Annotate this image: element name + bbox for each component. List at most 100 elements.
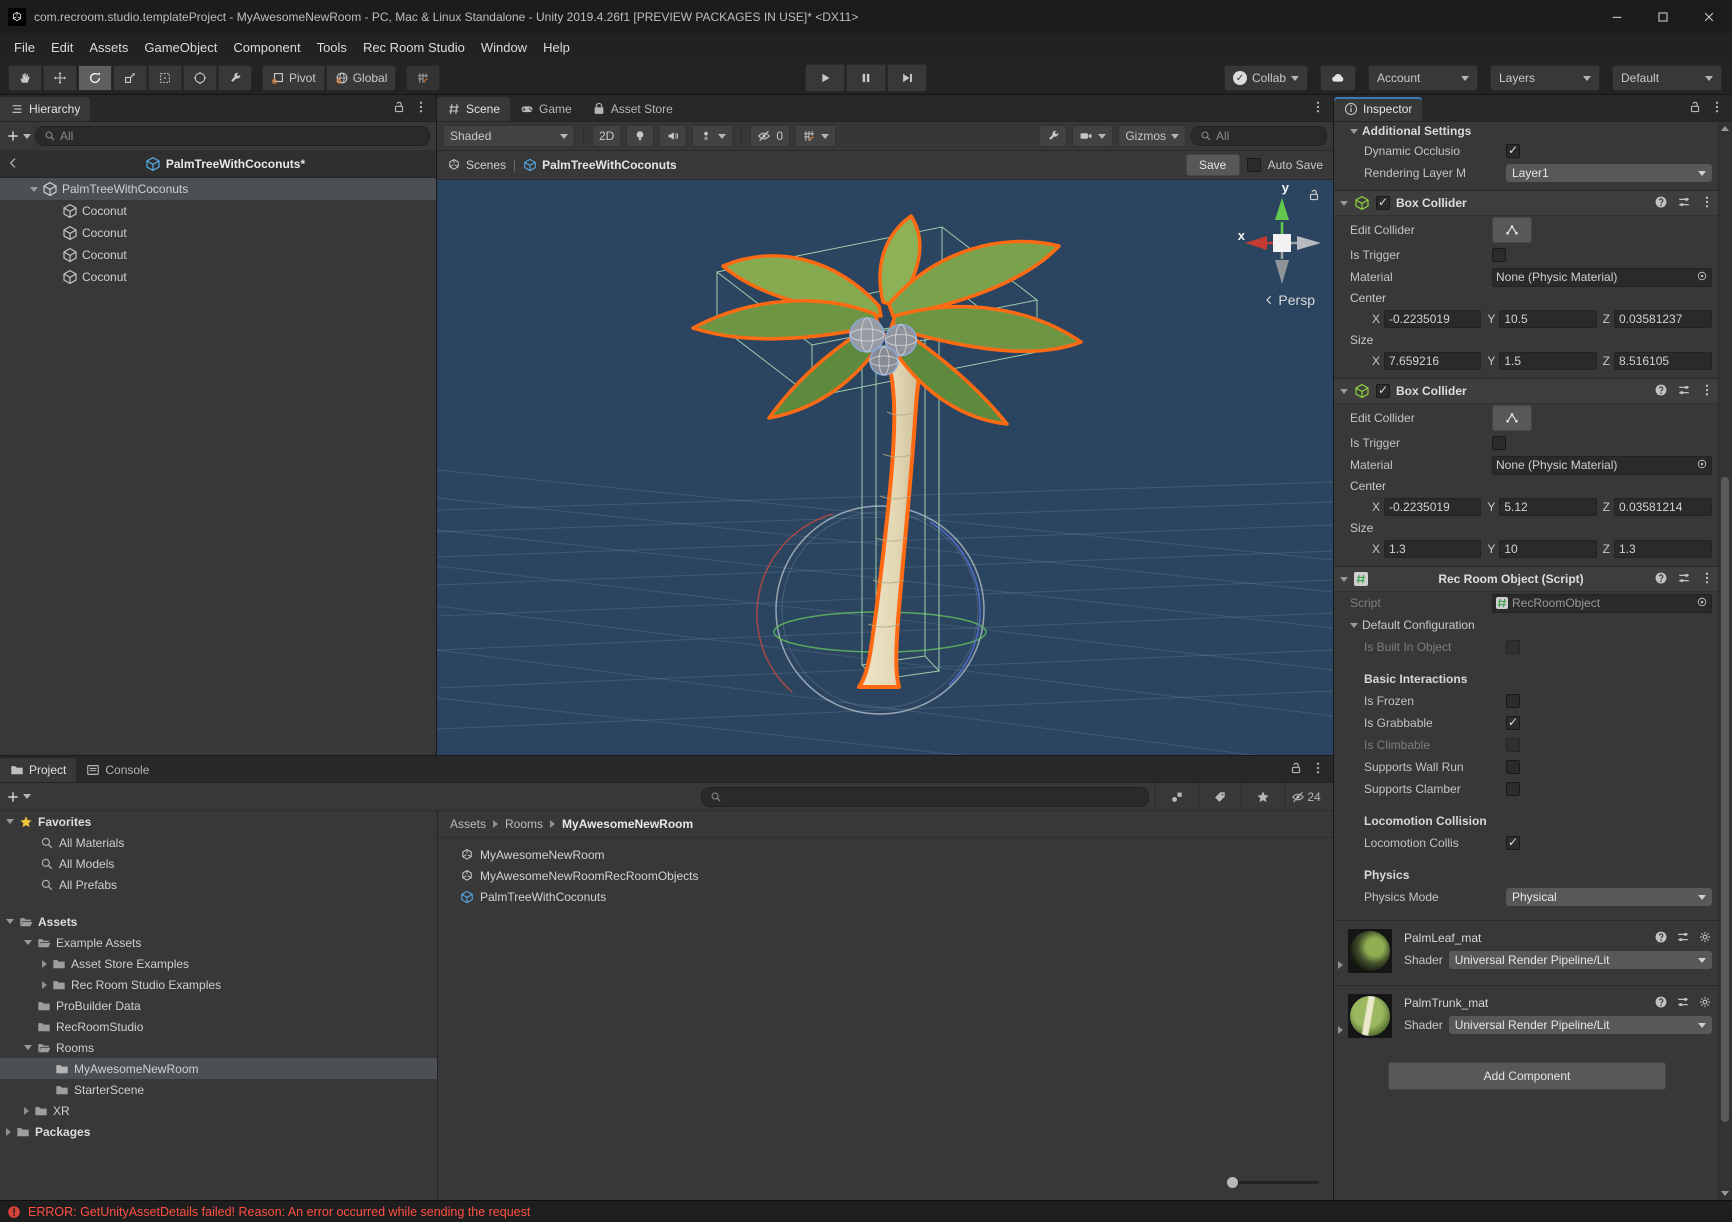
tab-scene[interactable]: Scene — [437, 97, 510, 121]
rotate-tool-button[interactable] — [78, 65, 112, 91]
scene-camera-dropdown[interactable] — [1072, 125, 1113, 147]
scene-search-input[interactable]: All — [1191, 126, 1327, 146]
lighting-toggle-button[interactable] — [626, 125, 654, 147]
breadcrumb-prefab[interactable]: PalmTreeWithCoconuts — [523, 158, 677, 172]
hierarchy-item-coconut-2[interactable]: Coconut — [0, 222, 436, 244]
material-foldout-icon[interactable] — [1338, 961, 1343, 969]
hierarchy-item-palmtree[interactable]: PalmTreeWithCoconuts — [0, 178, 436, 200]
help-icon[interactable] — [1654, 195, 1668, 212]
close-button[interactable] — [1686, 0, 1732, 33]
status-bar[interactable]: ERROR: GetUnityAssetDetails failed! Reas… — [0, 1200, 1732, 1222]
2d-toggle-button[interactable]: 2D — [592, 125, 621, 147]
global-toggle-button[interactable]: Global — [326, 65, 397, 91]
gizmo-center-cube[interactable] — [1273, 234, 1291, 252]
center-y-field[interactable]: 10.5 — [1499, 310, 1596, 328]
cloud-button[interactable] — [1320, 65, 1356, 91]
locomotion-collision-checkbox[interactable] — [1506, 836, 1520, 850]
menu-help[interactable]: Help — [535, 40, 578, 55]
object-picker-icon[interactable] — [1696, 270, 1708, 285]
inspector-menu-icon[interactable] — [1710, 100, 1724, 117]
menu-gameobject[interactable]: GameObject — [136, 40, 225, 55]
scrollbar-thumb[interactable] — [1721, 477, 1729, 1122]
edit-collider-button[interactable] — [1492, 405, 1532, 431]
physic-material-field[interactable]: None (Physic Material) — [1492, 456, 1712, 475]
maximize-button[interactable] — [1640, 0, 1686, 33]
inspector-lock-icon[interactable] — [1688, 100, 1702, 117]
tree-item-rooms[interactable]: Rooms — [0, 1037, 437, 1058]
scroll-down-icon[interactable] — [1721, 1191, 1729, 1196]
tree-item-probuilder-data[interactable]: ProBuilder Data — [0, 995, 437, 1016]
menu-rec-room-studio[interactable]: Rec Room Studio — [355, 40, 473, 55]
gizmo-down-cone[interactable] — [1275, 260, 1289, 284]
breadcrumb-assets[interactable]: Assets — [450, 817, 486, 831]
rec-room-object-header[interactable]: Rec Room Object (Script) — [1334, 566, 1720, 592]
hierarchy-item-coconut-4[interactable]: Coconut — [0, 266, 436, 288]
layout-dropdown[interactable]: Default — [1612, 65, 1722, 91]
favorites-filter-icon[interactable] — [1241, 783, 1284, 810]
account-dropdown[interactable]: Account — [1368, 65, 1478, 91]
pause-button[interactable] — [846, 64, 886, 92]
help-icon[interactable] — [1654, 383, 1668, 400]
center-y-field[interactable]: 5.12 — [1499, 498, 1596, 516]
gizmos-dropdown[interactable]: Gizmos — [1118, 125, 1186, 147]
menu-assets[interactable]: Assets — [81, 40, 136, 55]
project-create-button[interactable] — [6, 790, 31, 804]
custom-tool-button[interactable] — [218, 65, 252, 91]
dynamic-occlusion-checkbox[interactable] — [1506, 144, 1520, 158]
menu-edit[interactable]: Edit — [43, 40, 81, 55]
tree-item-all-materials[interactable]: All Materials — [0, 832, 437, 853]
center-z-field[interactable]: 0.03581237 — [1614, 310, 1712, 328]
size-y-field[interactable]: 1.5 — [1499, 352, 1596, 370]
menu-window[interactable]: Window — [473, 40, 535, 55]
hidden-objects-button[interactable]: 0 — [750, 125, 790, 147]
center-x-field[interactable]: -0.2235019 — [1384, 310, 1481, 328]
scale-tool-button[interactable] — [113, 65, 147, 91]
save-button[interactable]: Save — [1186, 154, 1240, 176]
pivot-toggle-button[interactable]: Pivot — [262, 65, 325, 91]
add-component-button[interactable]: Add Component — [1388, 1062, 1666, 1090]
minimize-button[interactable] — [1594, 0, 1640, 33]
presets-icon[interactable] — [1676, 930, 1690, 947]
gizmo-right-cone[interactable] — [1297, 236, 1321, 250]
box-collider-1-enabled-checkbox[interactable] — [1376, 196, 1390, 210]
rendering-layer-dropdown[interactable]: Layer1 — [1506, 164, 1712, 182]
hierarchy-search-input[interactable]: All — [35, 126, 430, 146]
foldout-arrow-icon[interactable] — [1350, 623, 1358, 628]
tab-asset-store[interactable]: Asset Store — [582, 97, 683, 121]
tree-item-xr[interactable]: XR — [0, 1100, 437, 1121]
object-picker-icon[interactable] — [1696, 458, 1708, 473]
physic-material-field[interactable]: None (Physic Material) — [1492, 268, 1712, 287]
tree-item-starterscene[interactable]: StarterScene — [0, 1079, 437, 1100]
gizmo-x-axis-cone[interactable] — [1245, 236, 1267, 250]
help-icon[interactable] — [1654, 995, 1668, 1012]
auto-save-checkbox[interactable] — [1247, 158, 1261, 172]
slider-knob[interactable] — [1227, 1177, 1238, 1188]
file-item-scene-2[interactable]: MyAwesomeNewRoomRecRoomObjects — [438, 865, 1333, 886]
tree-item-example-assets[interactable]: Example Assets — [0, 932, 437, 953]
grid-visibility-dropdown[interactable] — [795, 125, 836, 147]
material-foldout-icon[interactable] — [1338, 1026, 1343, 1034]
foldout-arrow-icon[interactable] — [1340, 389, 1348, 394]
rect-tool-button[interactable] — [148, 65, 182, 91]
material-preview-sphere[interactable] — [1348, 994, 1392, 1038]
foldout-arrow-icon[interactable] — [1340, 577, 1348, 582]
file-item-scene-1[interactable]: MyAwesomeNewRoom — [438, 844, 1333, 865]
presets-icon[interactable] — [1676, 995, 1690, 1012]
menu-file[interactable]: File — [6, 40, 43, 55]
tree-item-recroomstudio[interactable]: RecRoomStudio — [0, 1016, 437, 1037]
foldout-arrow-icon[interactable] — [1340, 201, 1348, 206]
effects-dropdown[interactable] — [692, 125, 733, 147]
breadcrumb-scenes[interactable]: Scenes — [447, 158, 506, 172]
size-x-field[interactable]: 7.659216 — [1384, 352, 1481, 370]
hierarchy-item-coconut-3[interactable]: Coconut — [0, 244, 436, 266]
foldout-arrow-icon[interactable] — [30, 187, 38, 192]
size-y-field[interactable]: 10 — [1499, 540, 1596, 558]
audio-toggle-button[interactable] — [659, 125, 687, 147]
is-grabbable-checkbox[interactable] — [1506, 716, 1520, 730]
presets-icon[interactable] — [1677, 571, 1691, 588]
shader-dropdown[interactable]: Universal Render Pipeline/Lit — [1449, 951, 1712, 969]
thumbnail-size-slider[interactable] — [1227, 1176, 1319, 1188]
prefab-back-button[interactable] — [6, 156, 20, 173]
tab-inspector[interactable]: Inspector — [1334, 97, 1422, 121]
edit-collider-button[interactable] — [1492, 217, 1532, 243]
